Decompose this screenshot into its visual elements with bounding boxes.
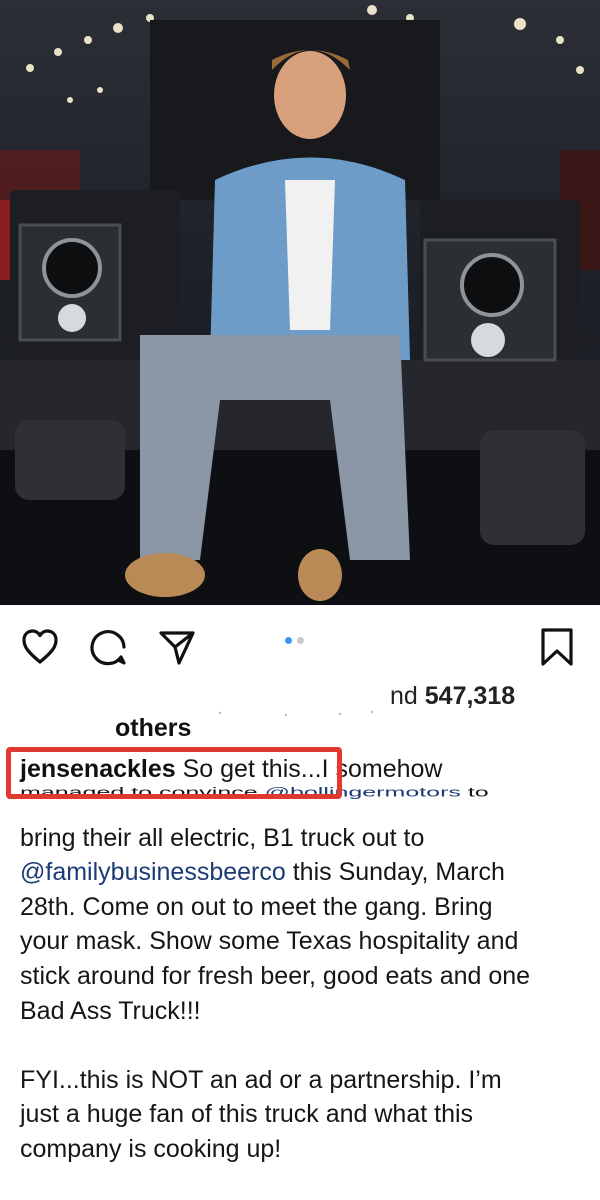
heart-icon[interactable] [20, 627, 60, 667]
caption-line: Bad Ass Truck!!! [20, 996, 201, 1025]
post-photo-illustration [0, 5, 600, 605]
caption-line: @familybusinessbeerco this Sunday, March [20, 855, 586, 890]
carousel-dot[interactable] [297, 637, 304, 644]
obscured-likes-text [218, 710, 374, 717]
comment-icon[interactable] [88, 627, 128, 667]
person-head [274, 51, 346, 139]
caption-line: stick around for fresh beer, good eats a… [20, 961, 531, 990]
likes-count[interactable]: nd 547,318 [390, 682, 515, 711]
caption-line: just a huge fan of this truck and what t… [20, 1100, 474, 1129]
caption-line: company is cooking up! [20, 1134, 282, 1163]
likes-prefix: nd [390, 682, 418, 710]
likes-number: 547,318 [424, 682, 516, 710]
carousel-dots [285, 637, 304, 644]
post-photo[interactable] [0, 0, 600, 605]
likes-others[interactable]: others [115, 714, 191, 743]
caption-text-fragment: to [467, 785, 489, 800]
post-caption: jensenackles So get this...I somehow man… [20, 752, 586, 1167]
carousel-dot[interactable] [285, 637, 292, 644]
caption-line: your mask. Show some Texas hospitality a… [20, 927, 519, 956]
caption-line: 28th. Come on out to meet the gang. Brin… [20, 892, 493, 921]
caption-line: FYI...this is NOT an ad or a partnership… [20, 1065, 502, 1094]
share-icon[interactable] [157, 627, 197, 667]
highlight-annotation-box [6, 747, 342, 799]
caption-line: bring their all electric, B1 truck out t… [20, 823, 425, 852]
mention-link[interactable]: @familybusinessbeerco [20, 858, 286, 886]
caption-text: this Sunday, March [292, 858, 505, 887]
bookmark-icon[interactable] [537, 627, 577, 667]
